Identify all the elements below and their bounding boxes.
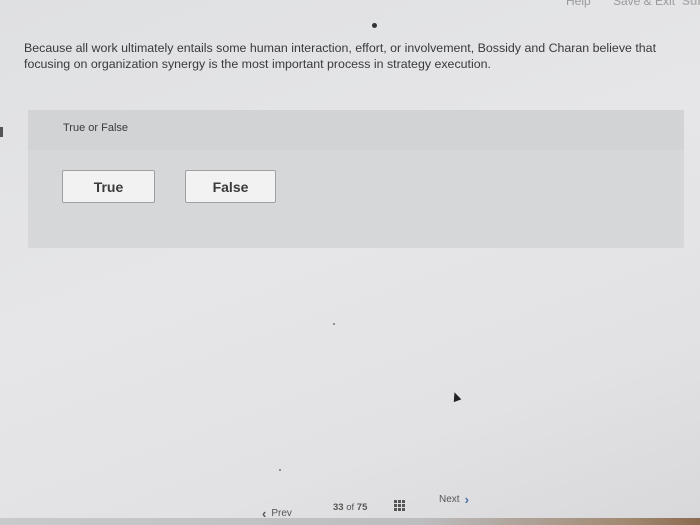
true-button[interactable]: True: [62, 170, 155, 203]
question-text: Because all work ultimately entails some…: [24, 41, 657, 71]
top-bar: Help Save & Exit Sub: [0, 0, 700, 12]
save-exit-link[interactable]: Save & Exit: [613, 0, 675, 8]
page-counter: 33 of 75: [333, 502, 367, 513]
of-label: of: [346, 502, 355, 513]
chevron-left-icon: ‹: [262, 505, 267, 521]
mouse-cursor-icon: [450, 390, 462, 403]
grid-icon[interactable]: [394, 500, 406, 512]
decorative-dot: [372, 23, 377, 28]
chevron-right-icon: ›: [464, 491, 469, 507]
help-link[interactable]: Help: [566, 0, 591, 8]
next-label: Next: [439, 494, 460, 505]
current-page: 33: [333, 502, 344, 513]
decorative-dot: [279, 469, 281, 471]
answer-panel-header: True or False: [28, 110, 684, 150]
pagination-bar: ‹ Prev 33 of 75 Next ›: [0, 488, 700, 521]
next-button[interactable]: Next ›: [439, 491, 469, 507]
submit-link[interactable]: Sub: [682, 0, 700, 8]
total-pages: 75: [356, 502, 368, 513]
answer-panel: True or False True False: [28, 110, 684, 248]
screen-bottom-edge: [0, 518, 700, 525]
left-edge-marker: [0, 127, 3, 137]
question-type-label: True or False: [63, 122, 129, 134]
false-button[interactable]: False: [185, 170, 276, 203]
decorative-dot: [333, 323, 335, 325]
